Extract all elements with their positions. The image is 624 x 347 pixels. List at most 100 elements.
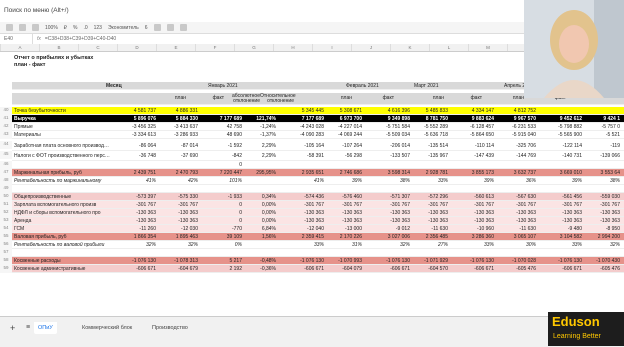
table-cell[interactable]: 7 177 689 (288, 116, 324, 122)
table-cell[interactable]: -301 767 (458, 202, 494, 208)
table-cell[interactable]: 0,00% (240, 202, 276, 208)
table-cell[interactable]: 33% (412, 178, 448, 184)
row-number[interactable]: 49 (0, 185, 12, 193)
table-cell[interactable]: -140 731 (546, 153, 582, 159)
table-cell[interactable]: 42% (162, 178, 198, 184)
table-cell[interactable]: 33% (458, 242, 494, 248)
table-cell[interactable]: 30% (500, 242, 536, 248)
table-cell[interactable]: -130 363 (288, 210, 324, 216)
column-header[interactable]: H (273, 44, 312, 51)
table-cell[interactable]: 0 (206, 218, 242, 224)
table-cell[interactable]: -575 330 (162, 194, 198, 200)
table-cell[interactable]: -0,48% (240, 258, 276, 264)
table-cell[interactable]: -560 613 (458, 194, 494, 200)
table-cell[interactable]: 4 616 396 (374, 108, 410, 114)
table-cell[interactable]: -301 767 (120, 202, 156, 208)
row-number[interactable]: 53 (0, 217, 12, 225)
table-cell[interactable]: -58 391 (288, 153, 324, 159)
table-cell[interactable]: -301 767 (546, 202, 582, 208)
font-select[interactable]: Экономитель (108, 25, 139, 31)
row-label[interactable]: Налоги с ФОТ производственного персонала (14, 153, 110, 159)
table-cell[interactable]: -8 950 (584, 226, 620, 232)
table-cell[interactable]: -0,36% (240, 266, 276, 272)
row-number[interactable]: 52 (0, 209, 12, 217)
table-cell[interactable]: -301 767 (326, 202, 362, 208)
table-cell[interactable]: 9 967 570 (500, 116, 536, 122)
table-cell[interactable]: 32% (120, 242, 156, 248)
table-cell[interactable]: 5 308 671 (326, 108, 362, 114)
table-cell[interactable]: 38% (584, 178, 620, 184)
column-header[interactable]: B (39, 44, 78, 51)
table-cell[interactable]: 2,29% (240, 143, 276, 149)
table-cell[interactable]: -135 967 (412, 153, 448, 159)
table-cell[interactable]: 3 632 737 (500, 170, 536, 176)
table-cell[interactable]: -130 363 (546, 218, 582, 224)
table-cell[interactable]: -574 436 (288, 194, 324, 200)
row-label[interactable]: Косвенные расходы (14, 258, 110, 264)
table-cell[interactable]: 2 470 793 (162, 170, 198, 176)
table-cell[interactable]: 33% (546, 242, 582, 248)
table-cell[interactable]: 27% (412, 242, 448, 248)
table-cell[interactable]: 2 928 781 (412, 170, 448, 176)
table-cell[interactable]: 2 439 751 (120, 170, 156, 176)
table-cell[interactable]: 9 349 898 (374, 116, 410, 122)
print-icon[interactable] (32, 24, 39, 31)
table-cell[interactable]: -130 363 (584, 210, 620, 216)
table-cell[interactable]: -130 363 (458, 210, 494, 216)
table-cell[interactable]: -5 509 034 (374, 132, 410, 138)
table-cell[interactable]: -573 397 (120, 194, 156, 200)
table-cell[interactable]: 41% (288, 178, 324, 184)
table-cell[interactable]: -10 960 (458, 226, 494, 232)
table-cell[interactable]: -130 363 (412, 218, 448, 224)
row-number[interactable]: 46 (0, 161, 12, 169)
table-cell[interactable]: -133 507 (374, 153, 410, 159)
table-cell[interactable]: -56 298 (326, 153, 362, 159)
table-cell[interactable]: 3 598 314 (374, 170, 410, 176)
table-cell[interactable]: 3 286 360 (458, 234, 494, 240)
row-number[interactable]: 44 (0, 141, 12, 149)
table-cell[interactable]: -567 630 (500, 194, 536, 200)
table-cell[interactable]: -1 076 130 (374, 258, 410, 264)
table-cell[interactable]: -4 227 014 (326, 124, 362, 130)
table-cell[interactable]: 6 973 700 (326, 116, 362, 122)
table-cell[interactable]: -1,24% (240, 124, 276, 130)
row-label[interactable]: Заработная плата основного производствен… (14, 143, 110, 149)
table-cell[interactable]: -5 751 584 (374, 124, 410, 130)
row-label[interactable]: НДФЛ и сборы вспомогательного про (14, 210, 110, 216)
row-label[interactable]: Косвенные административные (14, 266, 110, 272)
table-cell[interactable]: 3 065 107 (500, 234, 536, 240)
table-cell[interactable]: 0 (206, 210, 242, 216)
table-cell[interactable]: -301 767 (500, 202, 536, 208)
table-cell[interactable]: 2 994 200 (584, 234, 620, 240)
table-cell[interactable]: 7 177 689 (206, 116, 242, 122)
table-cell[interactable]: -3 334 613 (120, 132, 156, 138)
row-label[interactable]: ГСМ (14, 226, 110, 232)
table-cell[interactable]: -1,37% (240, 132, 276, 138)
table-cell[interactable]: 0,00% (240, 218, 276, 224)
table-cell[interactable]: -130 363 (584, 218, 620, 224)
row-number[interactable]: 57 (0, 249, 12, 257)
table-cell[interactable]: 3 104 582 (546, 234, 582, 240)
row-number[interactable]: 42 (0, 123, 12, 131)
table-cell[interactable]: -606 671 (546, 266, 582, 272)
table-cell[interactable]: 48 690 (206, 132, 242, 138)
table-cell[interactable]: -11 630 (500, 226, 536, 232)
row-label[interactable]: Прямые (14, 124, 110, 130)
table-cell[interactable]: -4 243 028 (288, 124, 324, 130)
italic-icon[interactable] (166, 24, 174, 31)
table-cell[interactable]: -130 363 (162, 210, 198, 216)
table-cell[interactable]: -301 767 (374, 202, 410, 208)
table-cell[interactable]: -572 296 (412, 194, 448, 200)
column-header[interactable]: L (429, 44, 468, 51)
column-header[interactable]: I (312, 44, 351, 51)
table-cell[interactable]: 39% (546, 178, 582, 184)
currency-button[interactable]: ₽ (64, 25, 67, 31)
table-cell[interactable]: -1 070 430 (584, 258, 620, 264)
table-cell[interactable]: -130 363 (326, 218, 362, 224)
table-cell[interactable]: 3 855 173 (458, 170, 494, 176)
table-cell[interactable]: -6 231 533 (500, 124, 536, 130)
tab-opiu[interactable]: ОПиУ (34, 322, 57, 334)
format-more-button[interactable]: 123 (94, 25, 102, 31)
zoom-select[interactable]: 100% (45, 25, 58, 31)
table-cell[interactable]: -561 456 (546, 194, 582, 200)
